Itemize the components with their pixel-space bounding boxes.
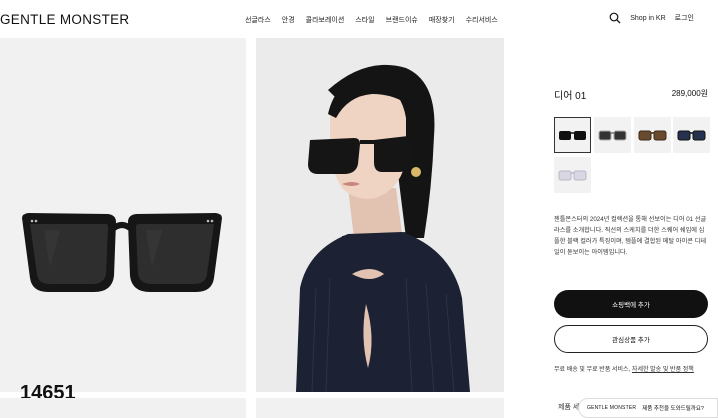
- product-price: 289,000원: [671, 89, 708, 98]
- gallery-image-next-right[interactable]: [256, 398, 504, 418]
- swatch-clear-glasses-icon: [558, 170, 587, 181]
- add-to-bag-button[interactable]: 쇼핑백에 추가: [554, 290, 708, 318]
- nav-item-glasses[interactable]: 안경: [282, 15, 295, 25]
- chat-brand: GENTLE MONSTER: [587, 405, 637, 411]
- shipping-text: 무료 배송 및 무료 반품 서비스,: [554, 367, 631, 373]
- nav-item-store-finder[interactable]: 매장찾기: [429, 15, 455, 25]
- swatch-clear-black[interactable]: [594, 117, 631, 153]
- swatch-clear[interactable]: [554, 157, 591, 193]
- nav-item-sunglasses[interactable]: 선글라스: [245, 15, 271, 25]
- main-nav: 선글라스 안경 콜라보레이션 스타일 브랜드이슈 매장찾기 수리서비스: [245, 15, 498, 25]
- add-to-wishlist-button[interactable]: 관심상품 추가: [554, 325, 708, 353]
- chat-prompt: 제품 추천을 도와드릴까요?: [642, 406, 704, 412]
- product-description: 젠틀몬스터의 2024년 컬렉션을 통해 선보이는 디어 01 선글라스를 소개…: [554, 216, 707, 256]
- swatch-blue-glasses-icon: [677, 130, 706, 141]
- swatch-brown[interactable]: [634, 117, 671, 153]
- swatch-brown-glasses-icon: [638, 130, 667, 141]
- model-photo: [256, 38, 504, 392]
- sunglasses-image: [22, 213, 222, 292]
- nav-item-collaboration[interactable]: 콜라보레이션: [306, 15, 345, 25]
- brand-logo[interactable]: GENTLE MONSTER: [0, 12, 129, 27]
- shipping-info: 무료 배송 및 무료 반품 서비스, 자세한 발송 및 반품 정책: [554, 364, 694, 373]
- nav-item-style[interactable]: 스타일: [355, 15, 374, 25]
- swatch-black-glasses-icon: [559, 131, 586, 140]
- swatch-blue[interactable]: [673, 117, 710, 153]
- shipping-policy-link[interactable]: 자세한 발송 및 반품 정책: [632, 367, 694, 373]
- gallery-image-next-left[interactable]: [0, 398, 246, 418]
- product-name: 디어 01: [554, 91, 587, 102]
- product-details-tab[interactable]: 제품 세: [558, 402, 579, 412]
- swatch-clear-black-glasses-icon: [598, 130, 627, 141]
- nav-item-repair-service[interactable]: 수리서비스: [466, 15, 498, 25]
- nav-item-brand-issue[interactable]: 브랜드이슈: [386, 15, 418, 25]
- chat-assistant-bar[interactable]: GENTLE MONSTER 제품 추천을 도와드릴까요?: [578, 398, 718, 418]
- product-info: 디어 01 289,000원 젠틀몬스터의 2024년 컬렉션을 통해 선보이는…: [554, 0, 718, 418]
- product-image-flat[interactable]: [0, 38, 246, 392]
- product-image-model[interactable]: [256, 38, 504, 392]
- swatch-black[interactable]: [554, 117, 591, 153]
